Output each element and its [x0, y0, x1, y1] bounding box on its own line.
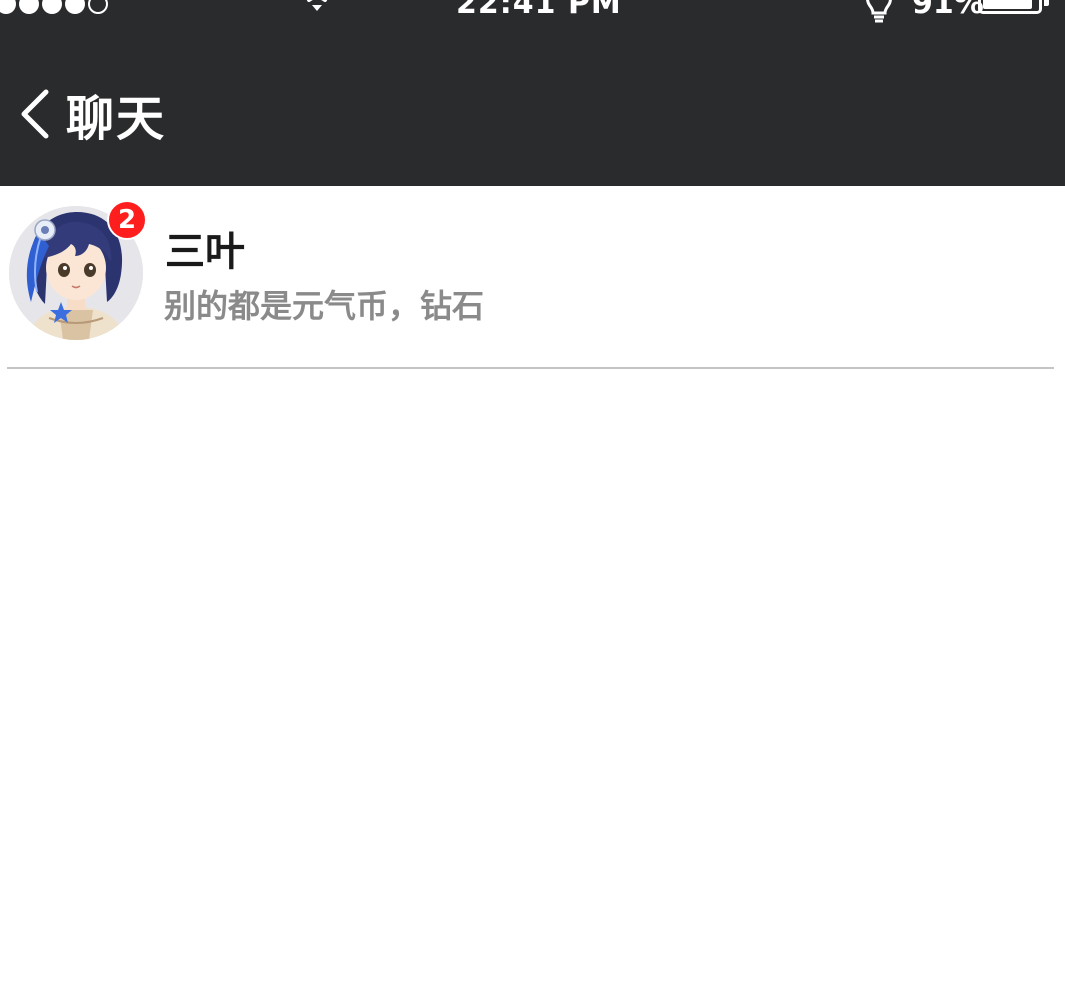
- chat-list-item[interactable]: 2 三叶 别的都是元气币，钻石: [0, 186, 1065, 368]
- page-title: 聊天: [66, 91, 167, 147]
- signal-dot: [65, 0, 85, 14]
- battery-percentage: 91%: [912, 0, 984, 21]
- back-button[interactable]: 聊天: [18, 84, 166, 147]
- status-time: 22:41 PM: [456, 0, 622, 21]
- battery-tip: [1044, 0, 1049, 6]
- unread-badge: 2: [107, 200, 147, 240]
- chevron-left-icon: [21, 89, 49, 139]
- chat-last-message: 别的都是元气币，钻石: [164, 287, 485, 325]
- signal-strength-icon: [0, 0, 108, 14]
- chat-contact-name: 三叶: [165, 229, 245, 275]
- lightbulb-icon: [866, 0, 892, 23]
- status-bar: 22:41 PM 91%: [0, 0, 1065, 23]
- battery-fill: [983, 0, 1032, 9]
- top-header: 22:41 PM 91% 聊天: [0, 0, 1065, 186]
- list-divider: [7, 367, 1054, 369]
- signal-dot: [0, 0, 16, 14]
- wifi-icon: [307, 0, 327, 11]
- battery-icon: [978, 0, 1042, 14]
- signal-dot: [19, 0, 39, 14]
- signal-dot: [42, 0, 62, 14]
- signal-dot: [88, 0, 108, 14]
